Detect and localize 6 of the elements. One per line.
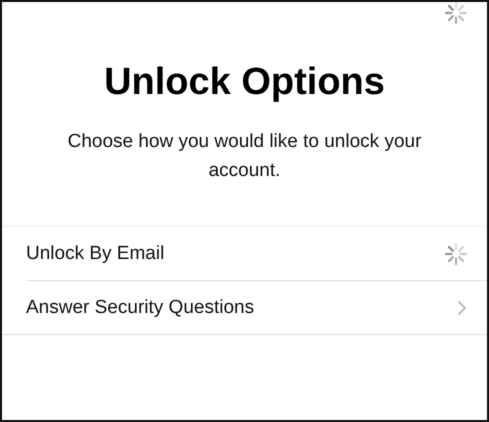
instruction-text: Choose how you would like to unlock your account. — [66, 130, 422, 183]
chevron-right-icon — [457, 300, 467, 316]
option-row[interactable]: Answer Security Questions — [26, 280, 487, 334]
page-title: Unlock Options — [103, 60, 386, 104]
spinner-icon — [445, 242, 467, 264]
option-row[interactable]: Unlock By Email — [26, 227, 487, 280]
